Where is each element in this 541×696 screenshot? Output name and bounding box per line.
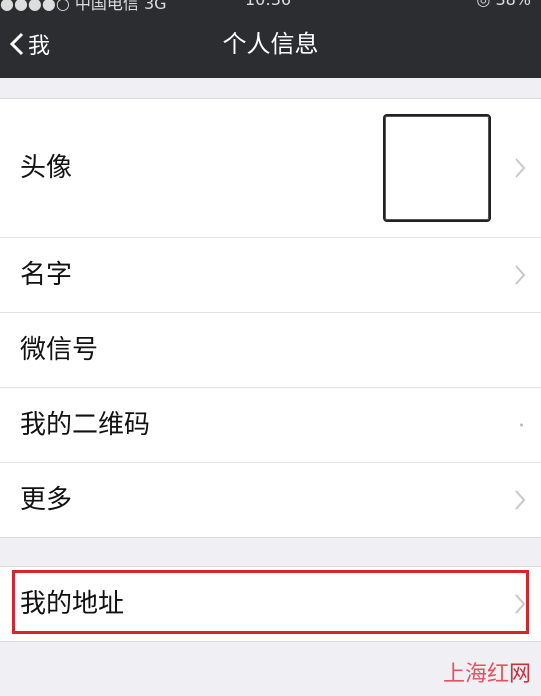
qr-indicator-icon — [520, 423, 523, 427]
status-bar: ●●●●○ 中国电信 3G 10:36 ◎ 38% — [0, 0, 541, 13]
watermark-text: 上海红 — [442, 662, 509, 687]
avatar — [383, 114, 491, 222]
carrier-signal: ●●●●○ 中国电信 3G — [0, 0, 167, 13]
nav-bar: ●●●●○ 中国电信 3G 10:36 ◎ 38% 我 个人信息 — [0, 0, 541, 78]
chevron-right-icon — [515, 490, 525, 510]
battery-status: ◎ 38% — [476, 0, 531, 9]
row-more[interactable]: 更多 — [0, 463, 541, 537]
qr-code-label: 我的二维码 — [20, 410, 151, 440]
profile-group: 头像 名字 微信号 我的二维码 更多 — [0, 98, 541, 538]
name-label: 名字 — [20, 260, 73, 290]
row-qr-code[interactable]: 我的二维码 — [0, 388, 541, 463]
status-time: 10:36 — [245, 0, 291, 9]
row-wechat-id: 微信号 — [0, 313, 541, 388]
chevron-right-icon — [515, 158, 525, 178]
avatar-label: 头像 — [20, 153, 73, 183]
chevron-right-icon — [515, 265, 525, 285]
highlight-box — [12, 570, 529, 634]
row-name[interactable]: 名字 — [0, 238, 541, 313]
watermark: 上海红网 — [443, 656, 531, 688]
wechat-id-label: 微信号 — [20, 335, 99, 365]
watermark-text-end: 网 — [508, 662, 531, 687]
row-avatar[interactable]: 头像 — [0, 99, 541, 238]
more-label: 更多 — [20, 485, 73, 515]
page-title: 个人信息 — [222, 30, 319, 58]
